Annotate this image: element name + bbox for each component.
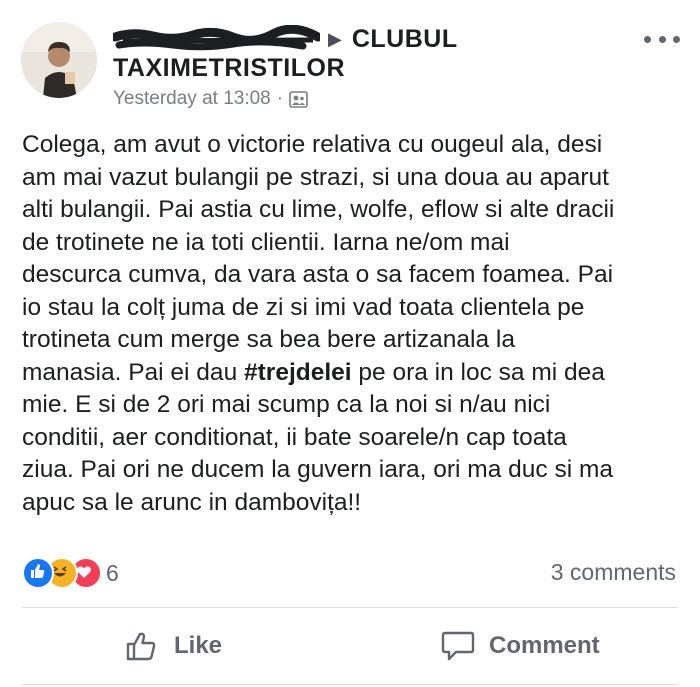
timestamp[interactable]: Yesterday at 13:08 [113, 88, 271, 110]
post-line: apuc sa le arunc in dambovița!! [22, 488, 362, 516]
divider [22, 684, 678, 685]
post-line: ziua. Pai ori ne ducem la guvern iara, o… [22, 456, 613, 483]
post-body: Colega, am avut o victorie relativa cu o… [22, 129, 687, 519]
comment-label: Comment [489, 632, 600, 659]
post-line: io stau la colț juma de zi si imi vad to… [22, 293, 585, 321]
avatar-photo [21, 22, 97, 98]
dot-icon [658, 35, 666, 43]
post-line: alti bulangii. Pai astia cu lime, wolfe,… [22, 196, 615, 223]
post-line: Colega, am avut o victorie relativa cu o… [22, 131, 603, 158]
hashtag-link[interactable]: #trejdelei [244, 359, 352, 386]
facebook-post: ▶ CLUBUL TAXIMETRISTILOR Yesterday at 13… [0, 0, 700, 687]
post-line: conditii, aer conditionat, ii bate soare… [22, 423, 567, 451]
redacted-author-name [110, 24, 323, 53]
post-header: ▶ CLUBUL [110, 22, 458, 56]
dot-icon [644, 35, 651, 43]
reaction-count: 6 [106, 559, 119, 586]
group-members-icon[interactable] [289, 90, 308, 108]
meta-separator: · [276, 88, 284, 109]
post-line: descurca cumva, da vara asta o sa facem … [22, 261, 614, 288]
like-reaction-icon [22, 557, 54, 589]
post-line: mie. E si de 2 ori mai scump ca la noi s… [22, 391, 551, 418]
comments-count-link[interactable]: 3 comments [551, 559, 676, 586]
post-line-with-hashtag: manasia. Pai ei dau #trejdelei pe ora in… [22, 357, 687, 390]
divider [22, 607, 678, 608]
like-label: Like [174, 632, 223, 659]
comment-icon [441, 631, 475, 661]
avatar[interactable] [21, 22, 97, 98]
dot-icon [673, 35, 680, 43]
caret-right-icon: ▶ [328, 28, 342, 49]
like-button[interactable]: Like [126, 626, 222, 666]
post-line-part: pe ora in loc sa mi dea [351, 358, 605, 386]
more-options-button[interactable] [644, 30, 680, 48]
post-line: am mai vazut bulangii pe strazi, si una … [22, 163, 609, 191]
post-meta: Yesterday at 13:08 · [113, 88, 308, 110]
group-name[interactable]: CLUBUL [352, 25, 458, 54]
thumbs-up-icon [126, 632, 156, 661]
reactions-summary[interactable]: 6 [22, 557, 119, 589]
group-name-continued[interactable]: TAXIMETRISTILOR [113, 54, 345, 83]
post-line-part: manasia. Pai ei dau [22, 358, 244, 386]
comment-button[interactable]: Comment [441, 626, 600, 666]
post-line: trotineta cum merge sa bea bere artizana… [22, 326, 515, 353]
post-line: de trotinete ne ia toti clientii. Iarna … [22, 228, 510, 256]
